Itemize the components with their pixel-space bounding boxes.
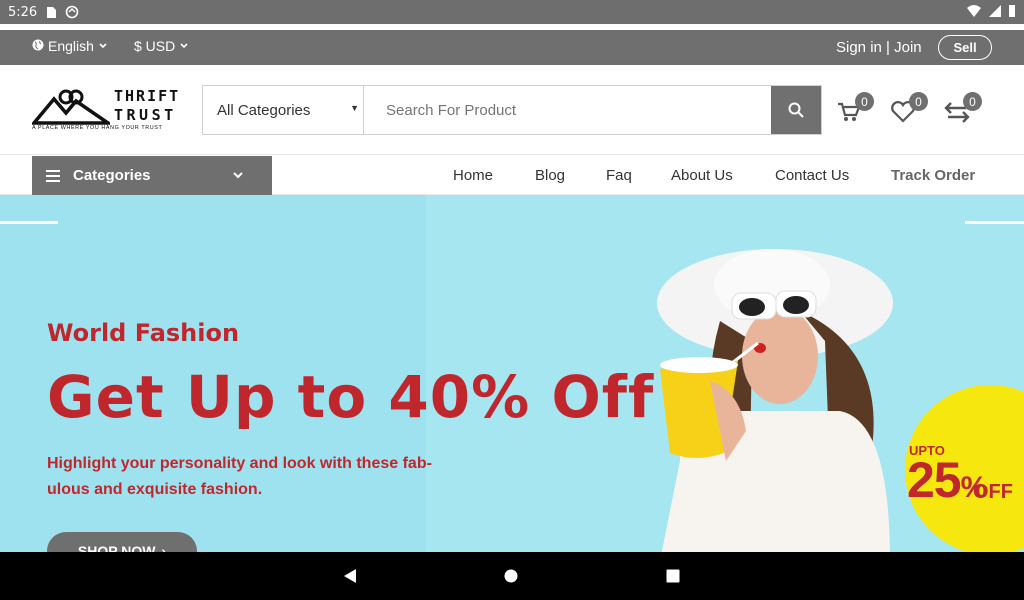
nav-track-order[interactable]: Track Order (891, 156, 975, 195)
currency-selector[interactable]: $ USD (134, 38, 189, 54)
chevron-down-icon (179, 38, 189, 54)
logo-tagline: A PLACE WHERE YOU HANG YOUR TRUST (32, 125, 163, 131)
cart-button[interactable]: 0 (836, 92, 874, 129)
chevron-right-icon: › (161, 543, 167, 552)
menu-icon (46, 169, 60, 182)
slider-indicator (965, 221, 1024, 224)
nav-blog[interactable]: Blog (535, 156, 565, 195)
back-icon[interactable] (342, 568, 358, 584)
search-button[interactable] (771, 86, 821, 134)
language-selector[interactable]: English (32, 38, 108, 54)
nav-row: Categories Home Blog Faq About Us Contac… (0, 156, 1024, 195)
nav-about-us[interactable]: About Us (671, 156, 733, 195)
logo[interactable]: THRIFT TRUST A PLACE WHERE YOU HANG YOUR… (32, 87, 188, 135)
cart-count-badge: 0 (855, 92, 874, 111)
promo-number: 25 (907, 452, 962, 508)
hero-banner: World Fashion Get Up to 40% Off Highligh… (0, 195, 1024, 552)
slider-indicator (0, 221, 58, 224)
signal-icon (988, 4, 1002, 21)
globe-icon (32, 38, 44, 54)
dropdown-arrow-icon: ▼ (350, 103, 359, 113)
compare-button[interactable]: 0 (944, 92, 982, 129)
currency-label: $ USD (134, 38, 176, 54)
nav-faq[interactable]: Faq (606, 156, 632, 195)
chevron-down-icon (98, 38, 108, 54)
model-photo (657, 249, 893, 552)
home-icon[interactable] (504, 569, 518, 583)
logo-line-1: THRIFT (114, 87, 181, 105)
hero-subtitle: World Fashion (47, 319, 240, 347)
battery-icon (1008, 4, 1016, 21)
sync-icon (65, 5, 79, 19)
header: THRIFT TRUST A PLACE WHERE YOU HANG YOUR… (0, 65, 1024, 155)
search-bar: All Categories ▼ (202, 85, 822, 135)
wishlist-count-badge: 0 (909, 92, 928, 111)
status-bar: 5:26 (0, 0, 1024, 24)
signin-join-link[interactable]: Sign in | Join (836, 39, 922, 56)
category-select-value: All Categories (217, 101, 311, 119)
language-label: English (48, 38, 94, 54)
sd-card-icon (45, 6, 57, 19)
categories-label: Categories (73, 167, 151, 184)
promo-off: OFF (973, 481, 1013, 503)
logo-mark-icon (32, 89, 110, 125)
sell-button[interactable]: Sell (938, 35, 992, 60)
nav-contact-us[interactable]: Contact Us (775, 156, 849, 195)
nav-home[interactable]: Home (453, 156, 493, 195)
search-icon (788, 102, 804, 118)
categories-button[interactable]: Categories (32, 156, 272, 195)
logo-line-2: TRUST (114, 106, 177, 124)
compare-count-badge: 0 (963, 92, 982, 111)
system-navigation-bar (0, 552, 1024, 600)
shop-now-label: SHOP NOW (77, 543, 156, 552)
hero-description: Highlight your personality and look with… (47, 455, 432, 498)
hero-headline: Get Up to 40% Off (47, 363, 655, 431)
recents-icon[interactable] (666, 569, 680, 583)
clock: 5:26 (8, 4, 38, 20)
top-bar: English $ USD Sign in | Join Sell (0, 30, 1024, 65)
search-input[interactable] (364, 86, 771, 134)
chevron-down-icon (233, 172, 243, 179)
wishlist-button[interactable]: 0 (890, 92, 928, 129)
wifi-icon (966, 4, 982, 21)
shop-now-button[interactable]: SHOP NOW › (47, 532, 197, 552)
category-select[interactable]: All Categories ▼ (203, 86, 364, 134)
